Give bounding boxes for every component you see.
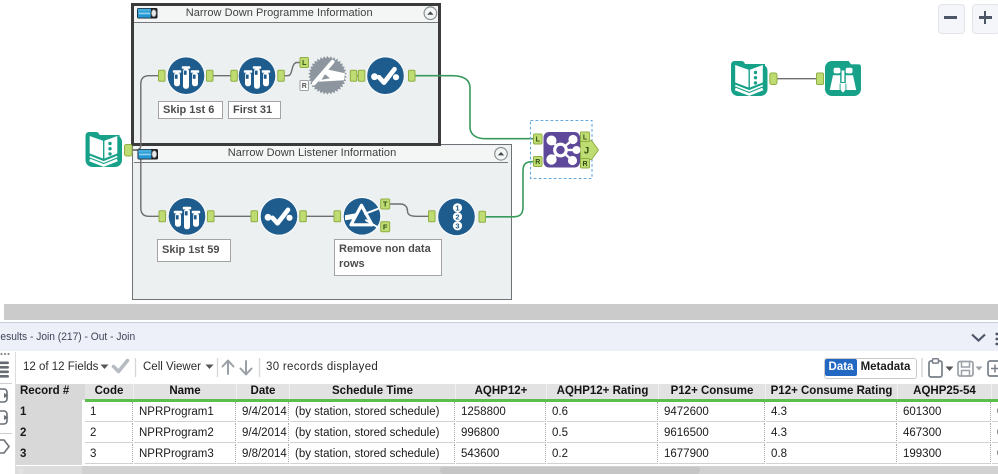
svg-text:R: R (535, 159, 540, 166)
svg-text:T: T (383, 200, 388, 209)
svg-text:3: 3 (455, 221, 459, 230)
svg-text:L: L (536, 137, 541, 144)
svg-text:1: 1 (455, 203, 459, 212)
svg-text:L: L (302, 60, 307, 67)
svg-text:R: R (582, 161, 587, 168)
svg-text:L: L (583, 134, 588, 141)
svg-text:2: 2 (455, 212, 459, 221)
svg-text:F: F (383, 222, 388, 231)
svg-text:R: R (302, 83, 307, 90)
svg-text:J: J (584, 146, 589, 157)
